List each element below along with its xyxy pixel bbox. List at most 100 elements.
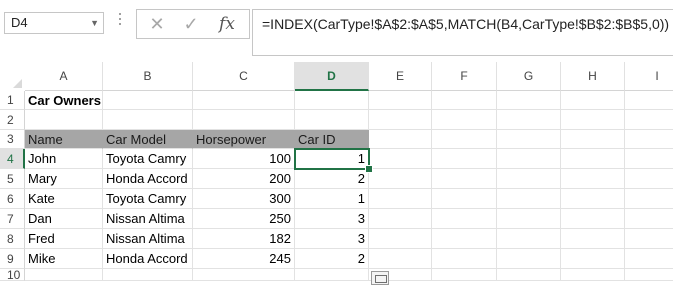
cell[interactable] (432, 209, 497, 229)
cell[interactable] (625, 91, 673, 110)
table-cell-car-id[interactable]: 3 (295, 209, 369, 229)
cell[interactable] (369, 110, 432, 130)
cell[interactable] (561, 110, 625, 130)
fill-handle[interactable] (365, 165, 373, 173)
cell[interactable] (497, 110, 561, 130)
cell[interactable] (295, 110, 369, 130)
cell[interactable] (497, 189, 561, 209)
cell[interactable] (625, 149, 673, 169)
cell[interactable] (561, 209, 625, 229)
table-cell-car-model[interactable]: Honda Accord (103, 249, 193, 269)
cell[interactable] (561, 149, 625, 169)
table-cell-horsepower[interactable]: 200 (193, 169, 295, 189)
row-header-8[interactable]: 8 (0, 229, 25, 249)
row-header-7[interactable]: 7 (0, 209, 25, 229)
cell[interactable] (432, 169, 497, 189)
cell[interactable] (625, 269, 673, 281)
cell[interactable] (369, 91, 432, 110)
row-header-2[interactable]: 2 (0, 110, 25, 130)
enter-icon[interactable]: ✓ (179, 13, 203, 35)
table-cell-name[interactable]: Mary (25, 169, 103, 189)
cell[interactable] (561, 130, 625, 149)
cell[interactable] (625, 169, 673, 189)
table-cell-name[interactable]: Mike (25, 249, 103, 269)
column-header-a[interactable]: A (25, 62, 103, 91)
column-header-g[interactable]: G (497, 62, 561, 91)
cancel-icon[interactable]: ✕ (145, 13, 169, 35)
table-cell-name[interactable]: John (25, 149, 103, 169)
cell[interactable] (295, 91, 369, 110)
cell[interactable] (369, 169, 432, 189)
table-header-cell[interactable]: Car Model (103, 130, 193, 149)
table-cell-car-id[interactable]: 3 (295, 229, 369, 249)
column-header-e[interactable]: E (369, 62, 432, 91)
table-cell-car-id[interactable]: 1 (295, 149, 369, 169)
cell[interactable] (625, 130, 673, 149)
cell[interactable] (193, 110, 295, 130)
cell[interactable] (497, 269, 561, 281)
column-header-f[interactable]: F (432, 62, 497, 91)
cell[interactable] (497, 209, 561, 229)
row-header-3[interactable]: 3 (0, 130, 25, 149)
formula-input[interactable]: =INDEX(CarType!$A$2:$A$5,MATCH(B4,CarTyp… (252, 9, 673, 56)
cell[interactable] (561, 229, 625, 249)
table-cell-horsepower[interactable]: 100 (193, 149, 295, 169)
cell[interactable] (625, 110, 673, 130)
table-cell-horsepower[interactable]: 245 (193, 249, 295, 269)
worksheet-grid[interactable]: A B C D E F G H I 1 2 3 4 5 6 7 8 9 10 Car Owners Name Car Mo… (0, 62, 673, 285)
table-cell-name[interactable]: Fred (25, 229, 103, 249)
table-cell-car-id[interactable]: 1 (295, 189, 369, 209)
formula-bar-grip-icon[interactable] (119, 13, 122, 33)
cell[interactable] (432, 189, 497, 209)
cell[interactable] (625, 189, 673, 209)
table-header-cell[interactable]: Car ID (295, 130, 369, 149)
cell[interactable] (369, 189, 432, 209)
table-header-cell[interactable]: Horsepower (193, 130, 295, 149)
table-cell-car-model[interactable]: Toyota Camry (103, 189, 193, 209)
cell[interactable] (625, 209, 673, 229)
table-cell-horsepower[interactable]: 250 (193, 209, 295, 229)
table-header-cell[interactable]: Name (25, 130, 103, 149)
table-cell-horsepower[interactable]: 182 (193, 229, 295, 249)
cell[interactable] (497, 149, 561, 169)
row-header-9[interactable]: 9 (0, 249, 25, 269)
cell[interactable] (432, 130, 497, 149)
cell[interactable] (369, 130, 432, 149)
cell[interactable] (432, 269, 497, 281)
cell[interactable] (432, 229, 497, 249)
cell[interactable] (295, 269, 369, 281)
table-cell-name[interactable]: Kate (25, 189, 103, 209)
cell[interactable] (25, 110, 103, 130)
cell[interactable] (561, 91, 625, 110)
chevron-down-icon[interactable]: ▼ (90, 13, 99, 33)
cell[interactable] (432, 110, 497, 130)
column-header-i[interactable]: I (625, 62, 673, 91)
cell[interactable] (103, 269, 193, 281)
cell[interactable] (369, 209, 432, 229)
table-cell-car-model[interactable]: Nissan Altima (103, 229, 193, 249)
cell[interactable] (369, 149, 432, 169)
cell[interactable] (432, 91, 497, 110)
name-box[interactable]: D4 ▼ (4, 12, 104, 34)
column-header-c[interactable]: C (193, 62, 295, 91)
cell[interactable] (497, 130, 561, 149)
cell[interactable] (369, 229, 432, 249)
cell[interactable] (561, 249, 625, 269)
select-all-button[interactable] (0, 62, 25, 91)
table-cell-car-model[interactable]: Toyota Camry (103, 149, 193, 169)
cell[interactable] (369, 249, 432, 269)
table-cell-car-id[interactable]: 2 (295, 249, 369, 269)
cell[interactable] (625, 249, 673, 269)
cell[interactable] (103, 110, 193, 130)
table-cell-horsepower[interactable]: 300 (193, 189, 295, 209)
quick-analysis-icon[interactable] (371, 271, 389, 285)
cell[interactable] (561, 189, 625, 209)
cell[interactable] (497, 91, 561, 110)
cell[interactable] (561, 269, 625, 281)
cell[interactable] (561, 169, 625, 189)
column-header-d[interactable]: D (295, 62, 369, 91)
cell[interactable] (497, 169, 561, 189)
cell[interactable] (193, 91, 295, 110)
row-header-10[interactable]: 10 (0, 269, 25, 281)
cell[interactable] (25, 269, 103, 281)
